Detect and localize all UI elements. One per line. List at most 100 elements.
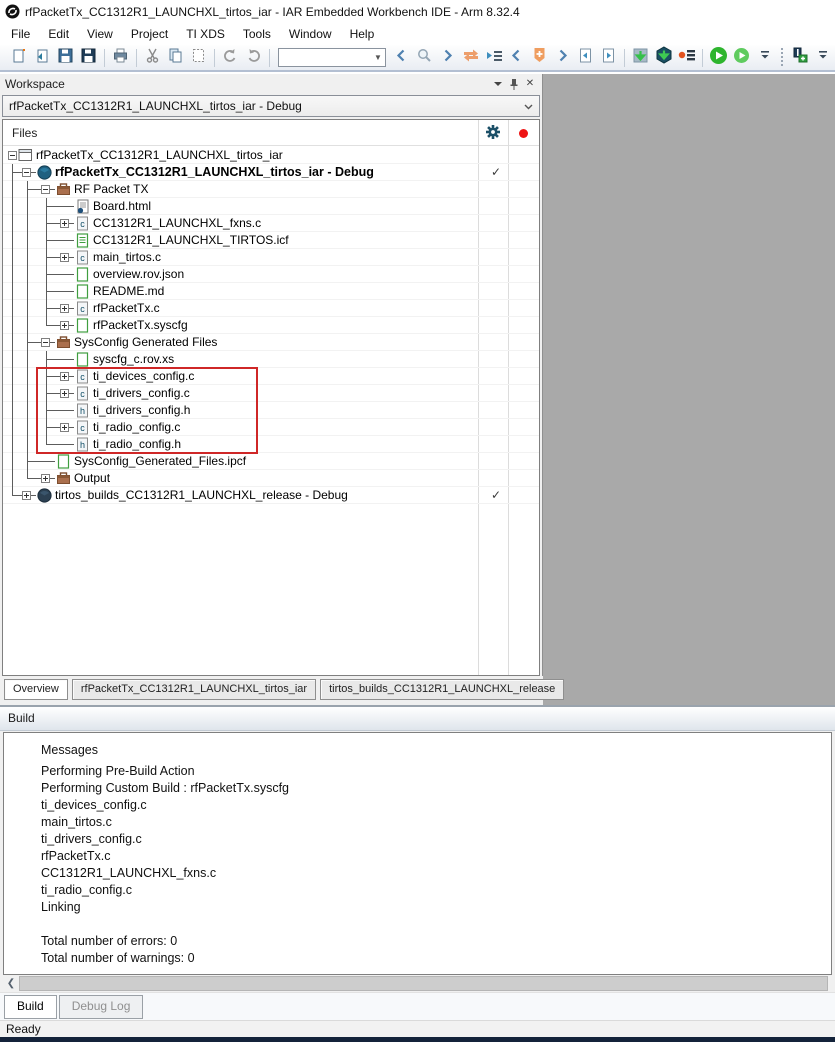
tree-row[interactable]: tirtos_builds_CC1312R1_LAUNCHXL_release … xyxy=(3,487,539,504)
build-configuration-selector[interactable]: rfPacketTx_CC1312R1_LAUNCHXL_tirtos_iar … xyxy=(2,95,540,117)
tree-line xyxy=(27,419,28,436)
panel-menu-icon[interactable] xyxy=(490,77,506,91)
download-and-debug-button[interactable] xyxy=(652,46,675,69)
redo-button[interactable] xyxy=(242,46,265,69)
copy-button[interactable] xyxy=(164,46,187,69)
undo-button[interactable] xyxy=(219,46,242,69)
expand-icon[interactable] xyxy=(60,372,69,381)
tree-row[interactable]: rfPacketTx_CC1312R1_LAUNCHXL_tirtos_iar xyxy=(3,147,539,164)
chevron-down-icon[interactable]: ▼ xyxy=(371,53,385,62)
tree-item-label: SysConfig Generated Files xyxy=(74,335,220,349)
tree-row[interactable]: RF Packet TX xyxy=(3,181,539,198)
tree-row[interactable]: Board.html xyxy=(3,198,539,215)
chev-left-icon xyxy=(509,48,524,68)
expand-icon[interactable] xyxy=(60,321,69,330)
search-combo[interactable]: ▼ xyxy=(278,48,386,67)
tree-row[interactable]: syscfg_c.rov.xs xyxy=(3,351,539,368)
open-document-button[interactable] xyxy=(31,46,54,69)
menu-bar: FileEditViewProjectTI XDSToolsWindowHelp xyxy=(0,23,835,45)
tree-branch xyxy=(36,232,55,249)
expand-icon[interactable] xyxy=(60,423,69,432)
tree-item-label: overview.rov.json xyxy=(93,267,187,281)
tree-row[interactable]: overview.rov.json xyxy=(3,266,539,283)
new-document-button[interactable] xyxy=(8,46,31,69)
scrollbar-thumb[interactable] xyxy=(19,976,828,991)
output-tab-debug-log[interactable]: Debug Log xyxy=(59,995,144,1019)
expand-icon[interactable] xyxy=(41,474,50,483)
toolbar-drag-handle[interactable] xyxy=(779,48,785,68)
close-icon[interactable]: ✕ xyxy=(522,77,538,91)
tree-row[interactable]: hti_drivers_config.h xyxy=(3,402,539,419)
tree-line xyxy=(12,215,13,232)
scroll-left-icon[interactable]: ❮ xyxy=(3,976,19,991)
toggle-bookmark-button[interactable] xyxy=(528,46,551,69)
menu-ti-xds[interactable]: TI XDS xyxy=(177,24,234,44)
save-button[interactable] xyxy=(54,46,77,69)
workspace-tab-rfpackettx-cc1312r1-launchxl-tirtos-iar[interactable]: rfPacketTx_CC1312R1_LAUNCHXL_tirtos_iar xyxy=(72,679,316,700)
menu-view[interactable]: View xyxy=(78,24,122,44)
tree-row[interactable]: Output xyxy=(3,470,539,487)
cut-button[interactable] xyxy=(141,46,164,69)
menu-file[interactable]: File xyxy=(2,24,39,44)
find-button[interactable] xyxy=(413,46,436,69)
toolbar-overflow-button[interactable] xyxy=(753,46,776,69)
tree-row[interactable]: cmain_tirtos.c xyxy=(3,249,539,266)
navigate-forward-button[interactable] xyxy=(551,46,574,69)
toolbar-overflow-2-button[interactable] xyxy=(811,46,834,69)
svg-text:c: c xyxy=(80,219,85,229)
tree-row[interactable]: crfPacketTx.c xyxy=(3,300,539,317)
workspace-tab-tirtos-builds-cc1312r1-launchxl-release[interactable]: tirtos_builds_CC1312R1_LAUNCHXL_release xyxy=(320,679,564,700)
flash-tool-button[interactable] xyxy=(788,46,811,69)
pin-icon[interactable] xyxy=(506,77,522,91)
collapse-icon[interactable] xyxy=(22,168,31,177)
find-previous-button[interactable] xyxy=(390,46,413,69)
run-alt-button[interactable] xyxy=(730,46,753,69)
menu-project[interactable]: Project xyxy=(122,24,177,44)
navigate-back-button[interactable] xyxy=(505,46,528,69)
expand-icon[interactable] xyxy=(60,219,69,228)
expand-icon[interactable] xyxy=(60,389,69,398)
tree-row[interactable]: rfPacketTx.syscfg xyxy=(3,317,539,334)
gear-icon[interactable] xyxy=(485,124,501,145)
tree-guide xyxy=(17,249,36,266)
expand-icon[interactable] xyxy=(22,491,31,500)
print-button[interactable] xyxy=(109,46,132,69)
menu-tools[interactable]: Tools xyxy=(234,24,280,44)
expand-icon[interactable] xyxy=(60,304,69,313)
tree-row[interactable]: CC1312R1_LAUNCHXL_TIRTOS.icf xyxy=(3,232,539,249)
output-tab-build[interactable]: Build xyxy=(4,995,57,1019)
menu-edit[interactable]: Edit xyxy=(39,24,78,44)
tree-row[interactable]: rfPacketTx_CC1312R1_LAUNCHXL_tirtos_iar … xyxy=(3,164,539,181)
workspace-tab-overview[interactable]: Overview xyxy=(4,679,68,700)
go-to-definition-button[interactable] xyxy=(482,46,505,69)
tree-row[interactable]: cti_drivers_config.c xyxy=(3,385,539,402)
breakpoints-button[interactable] xyxy=(675,46,698,69)
search-input[interactable] xyxy=(279,50,371,65)
tree-row[interactable]: SysConfig Generated Files xyxy=(3,334,539,351)
make-button[interactable] xyxy=(629,46,652,69)
next-document-button[interactable] xyxy=(597,46,620,69)
build-lines: Performing Pre-Build ActionPerforming Cu… xyxy=(41,764,831,917)
run-button[interactable] xyxy=(707,46,730,69)
previous-document-button[interactable] xyxy=(574,46,597,69)
tree-row[interactable]: SysConfig_Generated_Files.ipcf xyxy=(3,453,539,470)
find-next-button[interactable] xyxy=(436,46,459,69)
tree-row[interactable]: hti_radio_config.h xyxy=(3,436,539,453)
collapse-icon[interactable] xyxy=(41,338,50,347)
horizontal-scrollbar[interactable]: ❮ xyxy=(3,976,832,991)
tree-row[interactable]: cti_devices_config.c xyxy=(3,368,539,385)
tree-branch xyxy=(36,436,55,453)
save-all-button[interactable] xyxy=(77,46,100,69)
hfile-icon: h xyxy=(75,437,90,452)
toggle-source-header-button[interactable] xyxy=(459,46,482,69)
tree-row[interactable]: README.md xyxy=(3,283,539,300)
tree-row[interactable]: cti_radio_config.c xyxy=(3,419,539,436)
menu-window[interactable]: Window xyxy=(280,24,341,44)
menu-help[interactable]: Help xyxy=(341,24,384,44)
gdoc-icon xyxy=(75,267,90,282)
tree-row[interactable]: cCC1312R1_LAUNCHXL_fxns.c xyxy=(3,215,539,232)
collapse-icon[interactable] xyxy=(41,185,50,194)
collapse-icon[interactable] xyxy=(8,151,17,160)
expand-icon[interactable] xyxy=(60,253,69,262)
paste-button[interactable] xyxy=(187,46,210,69)
